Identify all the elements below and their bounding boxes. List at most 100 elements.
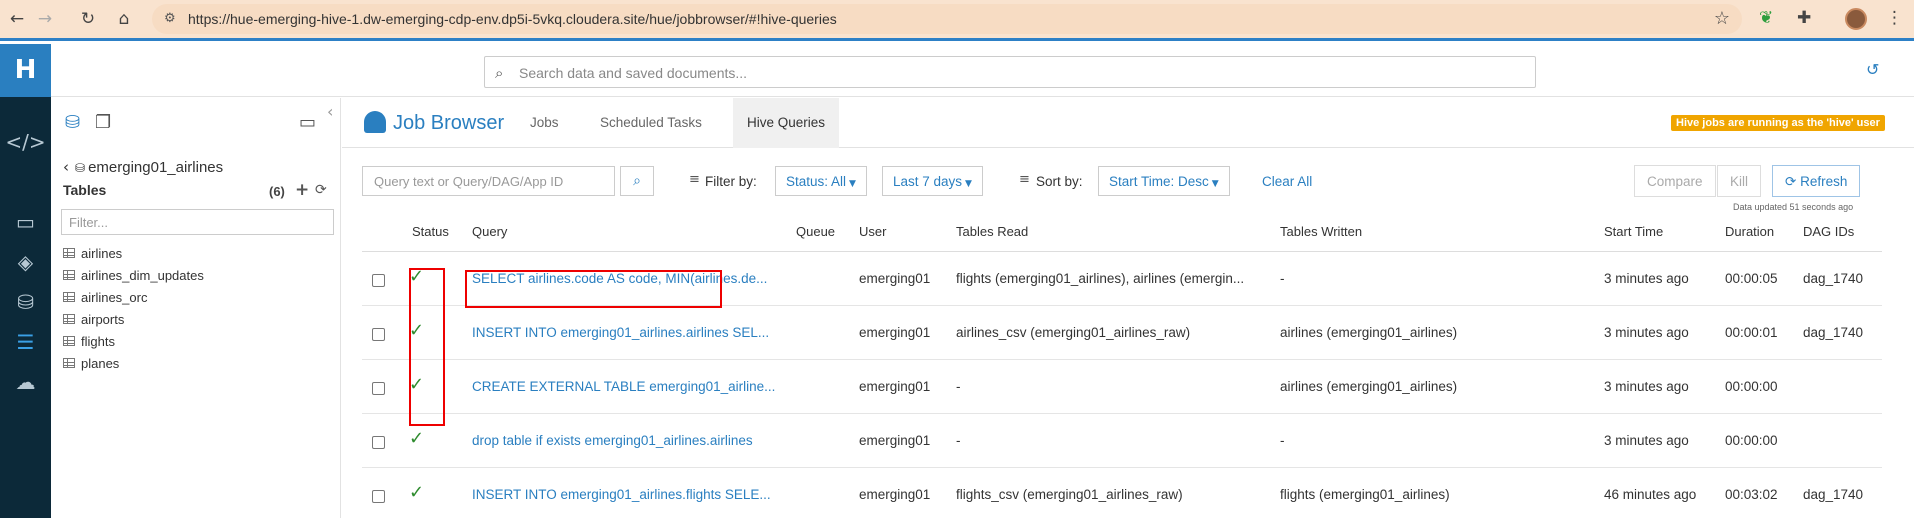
start-time-cell: 3 minutes ago bbox=[1604, 433, 1689, 448]
time-filter-dropdown[interactable]: Last 7 days ▼ bbox=[882, 166, 983, 196]
query-link[interactable]: INSERT INTO emerging01_airlines.airlines… bbox=[472, 325, 777, 340]
table-item[interactable]: airlines_dim_updates bbox=[63, 264, 204, 286]
table-row[interactable]: ✓ drop table if exists emerging01_airlin… bbox=[362, 414, 1882, 468]
start-time-cell: 3 minutes ago bbox=[1604, 325, 1689, 340]
header-dag-ids[interactable]: DAG IDs bbox=[1803, 224, 1854, 239]
duration-cell: 00:03:02 bbox=[1725, 487, 1778, 502]
header-tables-read[interactable]: Tables Read bbox=[956, 224, 1028, 239]
table-item[interactable]: airlines bbox=[63, 242, 204, 264]
tables-read-cell: - bbox=[956, 433, 961, 448]
left-rail: H </> ▭ ◈ ⛁ ☰ ☁ bbox=[0, 44, 51, 518]
assist-panel: ⛁ ❐ ▭ ‹ ‹ ⛁ emerging01_airlines Tables (6)… bbox=[51, 98, 341, 518]
table-name: airports bbox=[81, 311, 125, 327]
browser-menu-icon[interactable]: ⋮ bbox=[1886, 8, 1903, 28]
editor-code-icon[interactable]: </> bbox=[0, 127, 51, 157]
collapse-panel-icon[interactable]: ‹ bbox=[327, 102, 333, 121]
duration-cell: 00:00:00 bbox=[1725, 433, 1778, 448]
row-checkbox[interactable] bbox=[372, 382, 385, 395]
tables-cubes-icon[interactable]: ◈ bbox=[0, 247, 51, 277]
query-link[interactable]: CREATE EXTERNAL TABLE emerging01_airline… bbox=[472, 379, 777, 394]
dag-id-cell: dag_1740 bbox=[1803, 487, 1863, 502]
refresh-tables-icon[interactable]: ⟳ bbox=[315, 182, 327, 198]
files-folder-icon[interactable]: ▭ bbox=[0, 207, 51, 237]
compare-button[interactable]: Compare bbox=[1634, 165, 1716, 197]
table-grid-icon bbox=[63, 314, 75, 324]
query-highlight-box bbox=[465, 270, 722, 308]
tab-scheduled-tasks[interactable]: Scheduled Tasks bbox=[586, 98, 716, 148]
row-checkbox[interactable] bbox=[372, 328, 385, 341]
query-link[interactable]: INSERT INTO emerging01_airlines.flights … bbox=[472, 487, 777, 502]
tables-read-cell: airlines_csv (emerging01_airlines_raw) bbox=[956, 325, 1191, 340]
row-checkbox[interactable] bbox=[372, 436, 385, 449]
header-status[interactable]: Status bbox=[412, 224, 449, 239]
extensions-puzzle-icon[interactable]: ✚ bbox=[1797, 8, 1811, 28]
history-icon[interactable]: ↺ bbox=[1866, 60, 1879, 79]
success-check-icon: ✓ bbox=[409, 428, 425, 449]
reload-icon[interactable]: ↻ bbox=[77, 8, 99, 30]
dag-id-cell: dag_1740 bbox=[1803, 271, 1863, 286]
tab-hive-queries[interactable]: Hive Queries bbox=[733, 98, 840, 148]
kill-button[interactable]: Kill bbox=[1717, 165, 1762, 197]
user-cell: emerging01 bbox=[859, 487, 931, 502]
header-tables-written[interactable]: Tables Written bbox=[1280, 224, 1362, 239]
bookmark-star-icon[interactable]: ☆ bbox=[1714, 8, 1730, 29]
sort-dropdown[interactable]: Start Time: Desc ▼ bbox=[1098, 166, 1230, 196]
tables-read-cell: flights_csv (emerging01_airlines_raw) bbox=[956, 487, 1183, 502]
query-search-button[interactable]: ⌕ bbox=[620, 166, 654, 196]
documents-tab-icon[interactable]: ❐ bbox=[95, 112, 111, 133]
header-start-time[interactable]: Start Time bbox=[1604, 224, 1663, 239]
clear-all-link[interactable]: Clear All bbox=[1262, 174, 1312, 189]
hue-logo-icon[interactable]: H bbox=[0, 44, 51, 97]
site-settings-icon[interactable]: ⚙ bbox=[164, 11, 180, 27]
back-chevron-icon[interactable]: ‹ bbox=[63, 158, 69, 176]
tables-written-cell: airlines (emerging01_airlines) bbox=[1280, 325, 1458, 340]
row-checkbox[interactable] bbox=[372, 274, 385, 287]
sort-lines-icon: ≡ bbox=[1019, 172, 1030, 187]
status-filter-dropdown[interactable]: Status: All ▼ bbox=[775, 166, 867, 196]
user-cell: emerging01 bbox=[859, 379, 931, 394]
query-search-input[interactable]: Query text or Query/DAG/App ID bbox=[362, 166, 615, 196]
query-link[interactable]: drop table if exists emerging01_airlines… bbox=[472, 433, 777, 448]
tables-written-cell: airlines (emerging01_airlines) bbox=[1280, 379, 1458, 394]
status-highlight-box bbox=[409, 268, 445, 426]
files-tab-icon[interactable]: ▭ bbox=[299, 112, 316, 133]
database-icon[interactable]: ⛁ bbox=[0, 287, 51, 317]
tab-jobs[interactable]: Jobs bbox=[516, 98, 573, 148]
user-cell: emerging01 bbox=[859, 271, 931, 286]
header-query[interactable]: Query bbox=[472, 224, 507, 239]
header-queue[interactable]: Queue bbox=[796, 224, 835, 239]
profile-avatar[interactable] bbox=[1845, 8, 1867, 30]
job-browser-icon[interactable]: ☰ bbox=[0, 327, 51, 357]
extension-leaf-icon[interactable]: ❦ bbox=[1759, 8, 1773, 28]
table-item[interactable]: airlines_orc bbox=[63, 286, 204, 308]
table-row[interactable]: ✓ INSERT INTO emerging01_airlines.airlin… bbox=[362, 306, 1882, 360]
tables-written-cell: - bbox=[1280, 433, 1285, 448]
table-grid-icon bbox=[63, 270, 75, 280]
database-tab-icon[interactable]: ⛁ bbox=[65, 112, 80, 133]
table-row[interactable]: ✓ CREATE EXTERNAL TABLE emerging01_airli… bbox=[362, 360, 1882, 414]
start-time-cell: 3 minutes ago bbox=[1604, 271, 1689, 286]
upload-cloud-icon[interactable]: ☁ bbox=[0, 367, 51, 397]
table-item[interactable]: airports bbox=[63, 308, 204, 330]
duration-cell: 00:00:00 bbox=[1725, 379, 1778, 394]
back-arrow-icon[interactable]: ← bbox=[6, 8, 28, 30]
global-search-input[interactable]: ⌕ Search data and saved documents... bbox=[484, 56, 1536, 88]
add-table-icon[interactable]: + bbox=[295, 180, 309, 200]
row-checkbox[interactable] bbox=[372, 490, 385, 503]
table-item[interactable]: flights bbox=[63, 330, 204, 352]
home-icon[interactable]: ⌂ bbox=[113, 8, 135, 30]
forward-arrow-icon[interactable]: → bbox=[34, 8, 56, 30]
table-grid-icon bbox=[63, 292, 75, 302]
header-user[interactable]: User bbox=[859, 224, 886, 239]
table-grid-icon bbox=[63, 358, 75, 368]
tables-filter-input[interactable]: Filter... bbox=[61, 209, 334, 235]
address-bar[interactable]: ⚙ https://hue-emerging-hive-1.dw-emergin… bbox=[152, 4, 1742, 34]
header-duration[interactable]: Duration bbox=[1725, 224, 1774, 239]
table-item[interactable]: planes bbox=[63, 352, 204, 374]
tables-list: airlines airlines_dim_updates airlines_o… bbox=[63, 242, 204, 374]
caret-down-icon: ▼ bbox=[965, 179, 972, 189]
database-breadcrumb[interactable]: ‹ ⛁ emerging01_airlines bbox=[63, 158, 223, 176]
table-row[interactable]: ✓ INSERT INTO emerging01_airlines.flight… bbox=[362, 468, 1882, 518]
refresh-button[interactable]: ⟳ Refresh bbox=[1772, 165, 1861, 197]
data-updated-text: Data updated 51 seconds ago bbox=[1733, 202, 1854, 212]
